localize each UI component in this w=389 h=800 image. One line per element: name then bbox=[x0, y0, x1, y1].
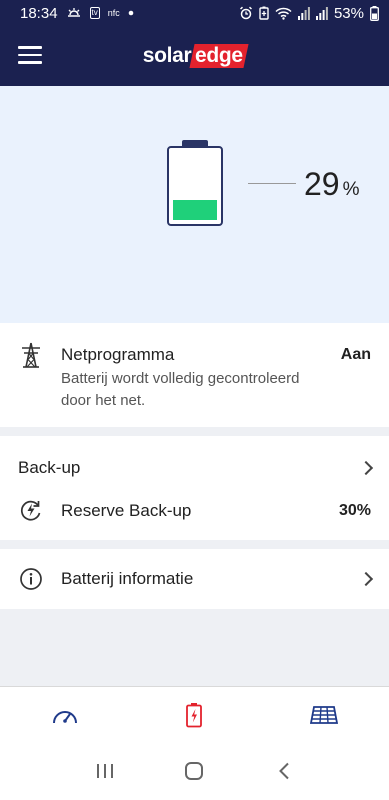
chevron-right-icon bbox=[358, 460, 374, 476]
weather-icon bbox=[66, 7, 82, 19]
backup-title: Back-up bbox=[18, 458, 81, 477]
status-bar-right: 53% bbox=[239, 5, 379, 22]
nav-battery[interactable] bbox=[164, 697, 224, 737]
power-tower-icon bbox=[18, 342, 44, 368]
battery-info-title: Batterij informatie bbox=[61, 569, 194, 588]
battery-fill-level bbox=[173, 200, 217, 220]
grid-program-title: Netprogramma bbox=[61, 345, 175, 364]
info-icon bbox=[18, 566, 44, 592]
recent-apps-icon bbox=[96, 763, 114, 784]
status-time: 18:34 bbox=[20, 4, 58, 22]
back-icon bbox=[278, 762, 290, 785]
battery-status-panel: 29% bbox=[0, 86, 389, 323]
logo-solar-text: solar bbox=[142, 44, 192, 67]
bottom-navigation bbox=[0, 686, 389, 747]
back-button[interactable] bbox=[264, 759, 304, 789]
battery-percent-unit: % bbox=[342, 179, 360, 200]
battery-saver-icon bbox=[259, 6, 269, 20]
signal-icon bbox=[315, 6, 328, 20]
battery-info-card[interactable]: Batterij informatie bbox=[0, 549, 389, 609]
nav-dashboard[interactable] bbox=[35, 697, 95, 737]
solar-panel-icon bbox=[310, 705, 339, 730]
battery-graphic bbox=[167, 146, 223, 226]
nfc-icon: nfc bbox=[107, 8, 120, 18]
dashboard-icon bbox=[51, 704, 79, 731]
chevron-right-icon bbox=[358, 571, 374, 587]
status-battery-percent: 53% bbox=[333, 4, 364, 22]
app-header: solar edge bbox=[0, 26, 389, 86]
status-bar-left: 18:34 tv nfc bbox=[20, 5, 134, 22]
home-button[interactable] bbox=[174, 759, 214, 789]
recent-apps-button[interactable] bbox=[85, 759, 125, 789]
tv-icon: tv bbox=[89, 7, 100, 19]
status-bar: 18:34 tv nfc 53% bbox=[0, 0, 389, 26]
battery-icon bbox=[370, 5, 379, 21]
nav-solar-panel[interactable] bbox=[294, 697, 354, 737]
reserve-backup-value: 30% bbox=[338, 502, 371, 519]
logo-edge-text: edge bbox=[195, 44, 244, 67]
logo-edge-box: edge bbox=[189, 44, 249, 68]
wifi-icon bbox=[275, 7, 292, 20]
signal-icon bbox=[297, 6, 310, 20]
menu-icon[interactable] bbox=[18, 46, 42, 66]
dot-icon bbox=[128, 10, 134, 16]
battery-icon bbox=[185, 702, 203, 733]
grid-program-card: Netprogramma Aan Batterij wordt volledig… bbox=[0, 323, 389, 427]
alarm-icon bbox=[239, 6, 253, 20]
backup-row[interactable]: Back-up bbox=[0, 436, 389, 488]
battery-leader-line bbox=[248, 183, 296, 184]
grid-program-description: Batterij wordt volledig gecontroleerd do… bbox=[61, 370, 300, 409]
battery-percent-value: 29 bbox=[304, 166, 340, 202]
backup-reserve-icon bbox=[18, 497, 44, 523]
reserve-backup-title: Reserve Back-up bbox=[61, 501, 192, 520]
system-navigation-bar bbox=[0, 747, 389, 800]
home-icon bbox=[184, 761, 204, 786]
grid-program-status: Aan bbox=[340, 346, 371, 363]
backup-card: Back-up Reserve Back-up 30% bbox=[0, 436, 389, 540]
battery-percent: 29% bbox=[304, 166, 360, 203]
solaredge-logo: solar edge bbox=[142, 44, 249, 68]
